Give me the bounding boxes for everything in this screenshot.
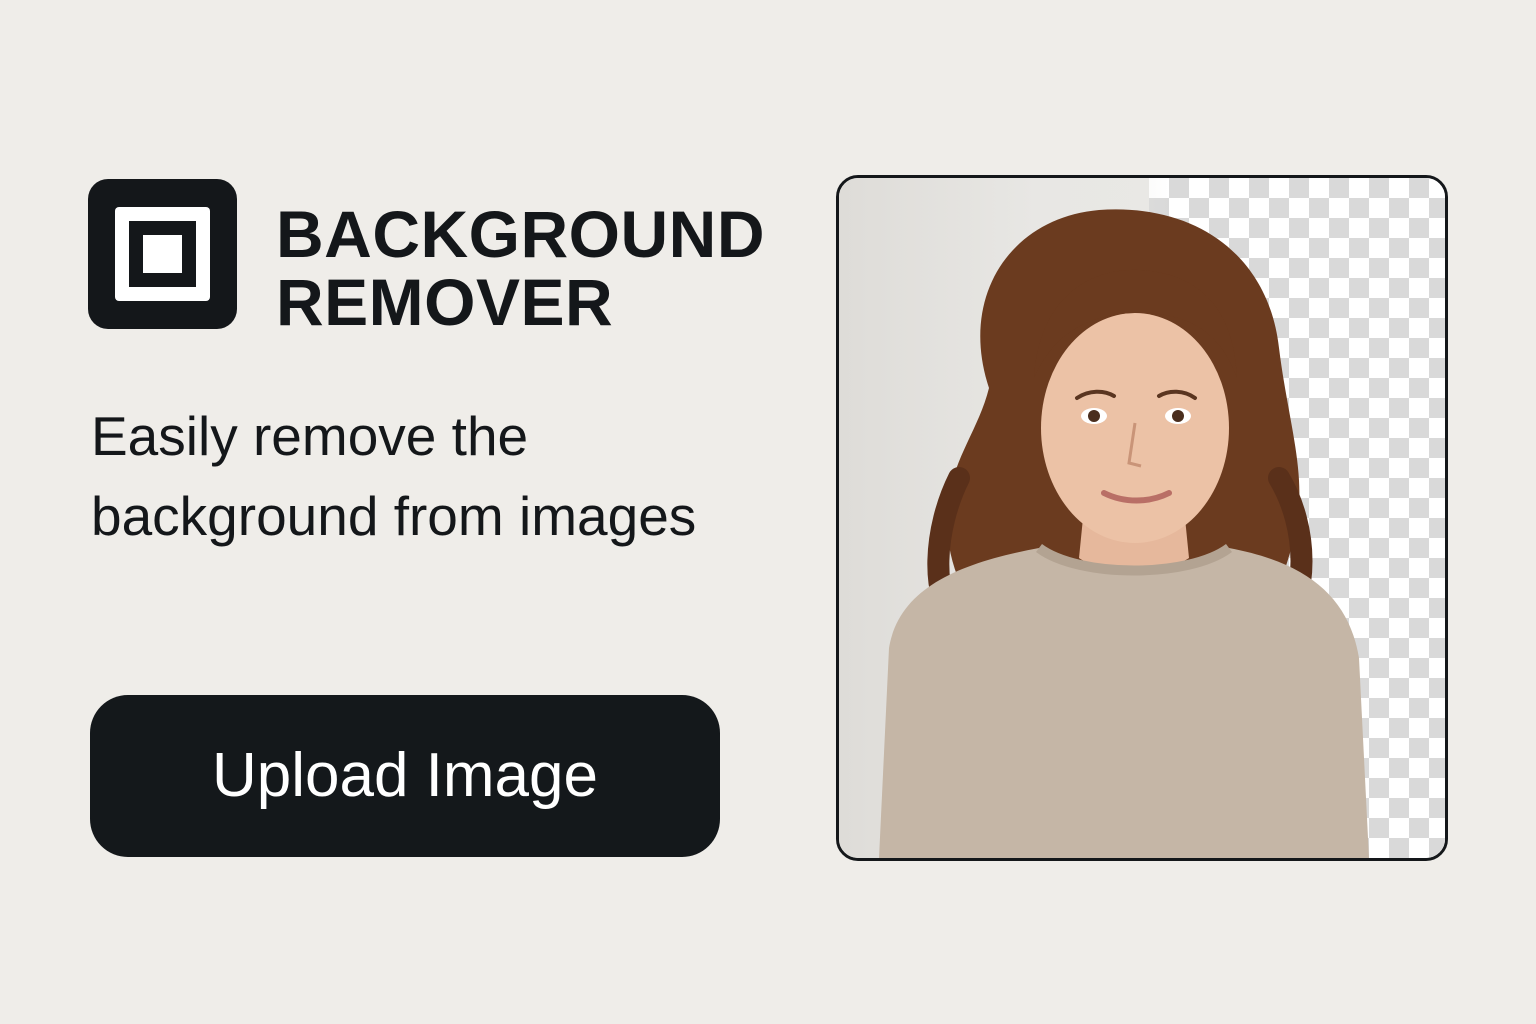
app-title: BACKGROUND REMOVER [276, 200, 765, 336]
page: BACKGROUND REMOVER Easily remove the bac… [0, 0, 1536, 1024]
upload-image-button[interactable]: Upload Image [90, 695, 720, 857]
tagline: Easily remove the background from images [91, 405, 697, 547]
app-title-line2: REMOVER [276, 265, 614, 339]
image-preview [836, 175, 1448, 861]
portrait-photo [879, 209, 1369, 858]
app-title-line1: BACKGROUND [276, 197, 765, 271]
nested-square-icon [88, 179, 237, 329]
